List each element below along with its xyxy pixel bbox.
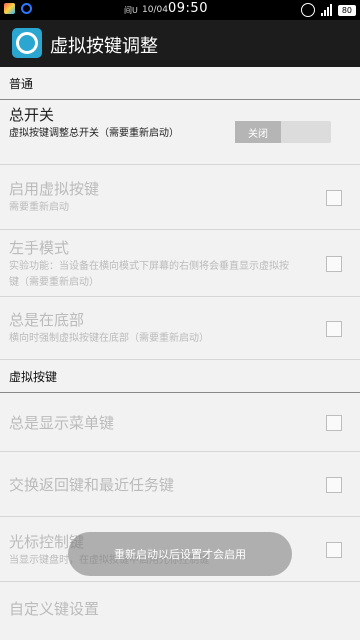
status-right-icons: 80 xyxy=(300,3,356,17)
master-switch-toggle[interactable]: 关闭 xyxy=(235,121,331,143)
section-header-virtual-keys: 虚拟按键 xyxy=(0,360,360,393)
status-left-icons xyxy=(4,3,32,14)
swap-keys-row[interactable]: 交换返回键和最近任务键 xyxy=(0,452,360,517)
toast-message: 重新启动以后设置才会启用 xyxy=(68,532,292,576)
app-notification-icon xyxy=(4,3,15,14)
left-hand-mode-row[interactable]: 左手模式 实验功能：当设备在横向模式下屏幕的右侧将会垂直显示虚拟按键（需要重新启… xyxy=(0,230,360,297)
page-title: 虚拟按键调整 xyxy=(50,36,158,57)
status-bar: 间U 10/04 09:50 80 xyxy=(0,0,360,20)
enable-keys-summary: 需要重新启动 xyxy=(9,202,69,213)
custom-keys-title: 自定义键设置 xyxy=(9,600,100,618)
status-carrier: 间U xyxy=(124,6,138,15)
signal-icon xyxy=(320,4,332,16)
show-menu-key-title: 总是显示菜单键 xyxy=(9,414,115,432)
sync-icon xyxy=(300,3,315,17)
cursor-keys-checkbox[interactable] xyxy=(326,542,342,558)
status-time: 09:50 xyxy=(168,1,208,16)
swap-keys-checkbox[interactable] xyxy=(326,477,342,493)
swap-keys-title: 交换返回键和最近任务键 xyxy=(9,476,175,494)
enable-keys-title: 启用虚拟按键 xyxy=(9,180,100,198)
settings-app-icon[interactable] xyxy=(12,28,42,58)
left-hand-mode-checkbox[interactable] xyxy=(326,256,342,272)
always-bottom-title: 总是在底部 xyxy=(9,311,85,329)
always-bottom-checkbox[interactable] xyxy=(326,321,342,337)
master-switch-summary: 虚拟按键调整总开关（需要重新启动） xyxy=(9,128,179,139)
battery-icon: 80 xyxy=(337,4,356,16)
always-bottom-row[interactable]: 总是在底部 横向时强制虚拟按键在底部（需要重新启动） xyxy=(0,297,360,360)
custom-keys-row[interactable]: 自定义键设置 xyxy=(0,582,360,630)
always-bottom-summary: 横向时强制虚拟按键在底部（需要重新启动） xyxy=(9,333,209,344)
section-header-general: 普通 xyxy=(0,67,360,100)
master-switch-title: 总开关 xyxy=(9,106,55,124)
show-menu-key-row[interactable]: 总是显示菜单键 xyxy=(0,393,360,452)
enable-keys-row[interactable]: 启用虚拟按键 需要重新启动 xyxy=(0,165,360,230)
enable-keys-checkbox[interactable] xyxy=(326,190,342,206)
qq-icon xyxy=(21,3,32,14)
action-bar: 虚拟按键调整 xyxy=(0,20,360,67)
left-hand-mode-summary: 实验功能：当设备在横向模式下屏幕的右侧将会垂直显示虚拟按键（需要重新启动） xyxy=(9,261,289,288)
master-switch-row[interactable]: 总开关 虚拟按键调整总开关（需要重新启动） 关闭 xyxy=(0,100,360,165)
show-menu-key-checkbox[interactable] xyxy=(326,415,342,431)
toggle-off-label: 关闭 xyxy=(235,121,281,143)
left-hand-mode-title: 左手模式 xyxy=(9,239,70,257)
status-date: 10/04 xyxy=(142,5,168,15)
